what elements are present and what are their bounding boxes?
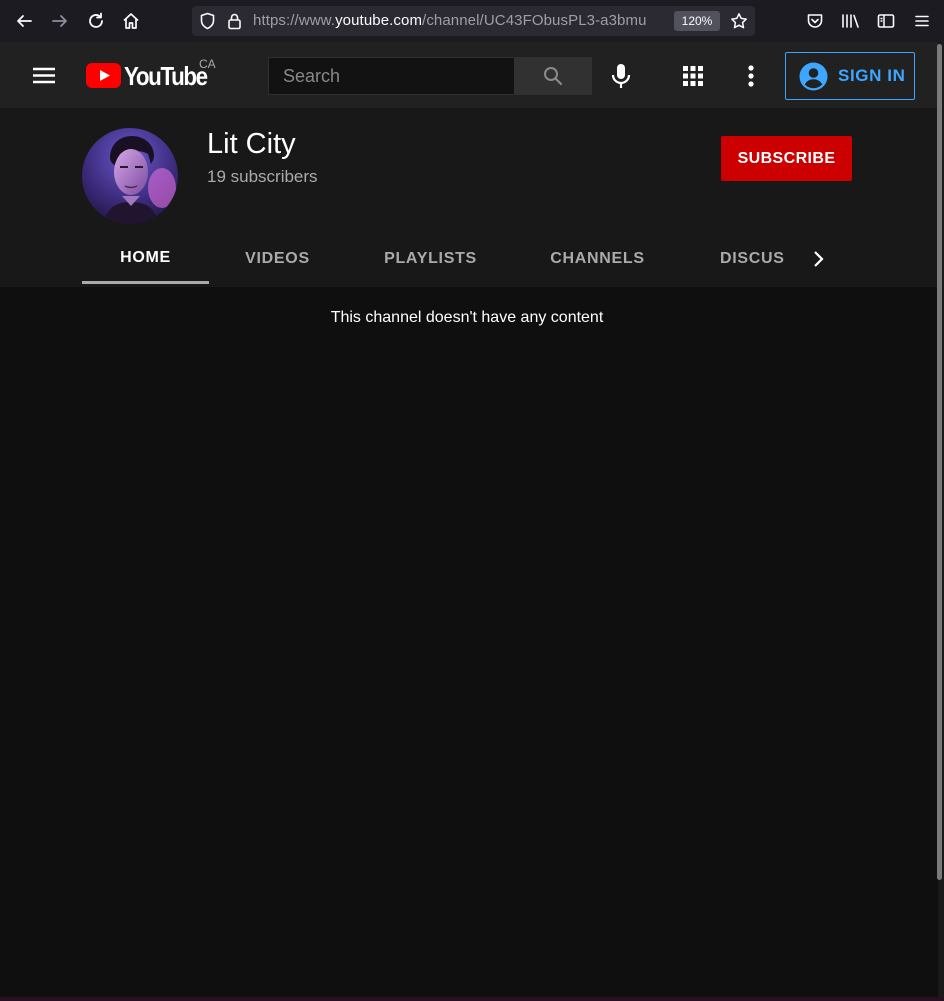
app-menu-button[interactable]: [910, 9, 934, 33]
search-input[interactable]: [269, 58, 514, 94]
guide-menu-icon: [33, 67, 55, 84]
apps-button[interactable]: [682, 65, 704, 87]
url-bar[interactable]: https://www.youtube.com/channel/UC43FObu…: [192, 6, 755, 36]
apps-grid-icon: [683, 66, 703, 86]
microphone-icon: [611, 64, 631, 88]
tab-discussion[interactable]: DISCUSSION: [720, 234, 785, 284]
search-icon: [544, 67, 563, 86]
search-box: [268, 57, 515, 95]
reload-icon: [89, 12, 103, 28]
forward-arrow-icon: [52, 15, 67, 27]
pocket-button[interactable]: [803, 9, 827, 33]
settings-more-button[interactable]: [745, 64, 757, 88]
sign-in-label: SIGN IN: [838, 66, 906, 85]
url-text[interactable]: https://www.youtube.com/channel/UC43FObu…: [253, 12, 663, 29]
sign-in-button[interactable]: SIGN IN: [785, 52, 915, 100]
youtube-masthead: YouTube CA SIGN IN: [0, 42, 938, 108]
voice-search-button[interactable]: [609, 63, 633, 89]
tab-channels[interactable]: CHANNELS: [533, 234, 662, 284]
back-button[interactable]: [12, 9, 36, 33]
empty-channel-message: This channel doesn't have any content: [330, 309, 604, 326]
browser-toolbar: https://www.youtube.com/channel/UC43FObu…: [0, 0, 944, 42]
youtube-wordmark: YouTube: [124, 61, 208, 91]
channel-name: Lit City: [207, 128, 296, 160]
tab-home[interactable]: HOME: [82, 234, 209, 284]
back-arrow-icon: [17, 15, 32, 27]
home-button[interactable]: [119, 9, 143, 33]
lock-icon: [228, 13, 241, 30]
tabs-scroll-right-button[interactable]: [805, 245, 831, 273]
youtube-logo[interactable]: YouTube: [86, 61, 208, 93]
shield-icon: [200, 12, 215, 30]
forward-button[interactable]: [48, 9, 72, 33]
reload-button[interactable]: [84, 9, 108, 33]
channel-avatar[interactable]: [82, 128, 178, 224]
home-icon: [123, 13, 139, 29]
channel-header: Lit City 19 subscribers SUBSCRIBE HOME V…: [0, 108, 938, 287]
subscriber-count: 19 subscribers: [207, 167, 318, 186]
tab-playlists[interactable]: PLAYLISTS: [364, 234, 497, 284]
hamburger-menu-icon: [915, 15, 929, 27]
country-code-label: CA: [199, 57, 216, 71]
bookmark-star-icon[interactable]: [730, 12, 748, 30]
account-circle-icon: [799, 62, 828, 90]
library-button[interactable]: [838, 9, 862, 33]
youtube-play-logo-icon: [86, 63, 121, 88]
guide-menu-button[interactable]: [31, 63, 57, 89]
pocket-icon: [807, 14, 823, 28]
scrollbar-thumb[interactable]: [937, 44, 942, 880]
channel-avatar-image: [82, 128, 178, 224]
sidebar-toggle-button[interactable]: [874, 9, 898, 33]
sidebar-icon: [877, 14, 895, 28]
more-vert-icon: [748, 65, 754, 87]
tab-videos[interactable]: VIDEOS: [227, 234, 328, 284]
window-bottom-edge: [0, 997, 944, 1001]
library-icon: [842, 14, 859, 28]
subscribe-button[interactable]: SUBSCRIBE: [721, 136, 852, 181]
search-button[interactable]: [515, 57, 592, 95]
zoom-level-badge[interactable]: 120%: [674, 11, 720, 31]
chevron-right-icon: [814, 251, 824, 267]
